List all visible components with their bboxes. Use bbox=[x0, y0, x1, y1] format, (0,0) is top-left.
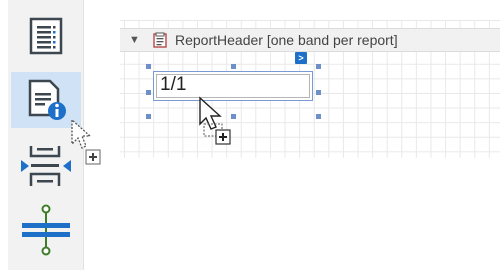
report-header-band-icon bbox=[153, 32, 167, 48]
resize-handle-top-left[interactable] bbox=[146, 64, 151, 69]
band-collapse-toggle[interactable]: ▼ bbox=[129, 34, 143, 46]
cross-band-line-tool[interactable] bbox=[11, 202, 81, 258]
drag-cursor-icon bbox=[71, 118, 101, 165]
band-title: ReportHeader [one band per report] bbox=[175, 32, 398, 48]
cross-band-line-icon bbox=[22, 204, 70, 256]
resize-handle-top-right[interactable] bbox=[316, 64, 321, 69]
resize-handle-top[interactable] bbox=[231, 64, 236, 69]
table-of-contents-icon bbox=[29, 17, 63, 55]
report-header-band[interactable]: ▼ ReportHeader [one band per report] bbox=[120, 28, 500, 52]
smart-tag-button[interactable]: > bbox=[295, 52, 307, 64]
page-info-icon bbox=[28, 79, 66, 120]
resize-handle-bottom-right[interactable] bbox=[316, 114, 321, 119]
resize-handle-right[interactable] bbox=[316, 90, 321, 95]
resize-handle-left[interactable] bbox=[146, 90, 151, 95]
page-break-icon bbox=[21, 146, 71, 186]
table-of-contents-tool[interactable] bbox=[11, 8, 81, 64]
page-info-text: 1/1 bbox=[160, 74, 187, 95]
resize-handle-bottom-left[interactable] bbox=[146, 114, 151, 119]
drop-cursor-icon bbox=[199, 96, 231, 145]
